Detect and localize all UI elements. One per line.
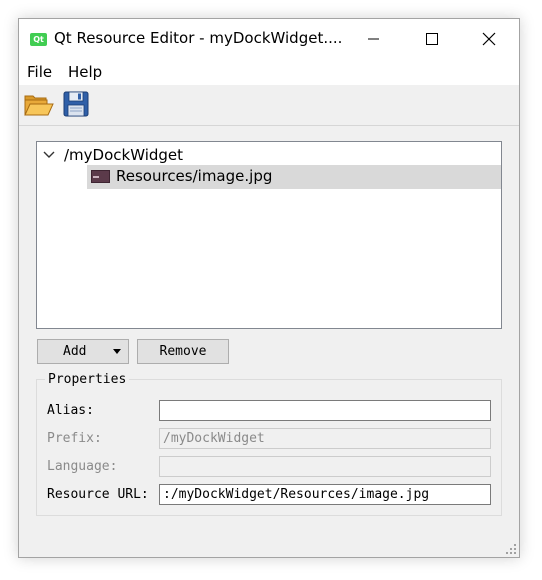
floppy-save-icon (63, 91, 89, 117)
toolbar (19, 85, 519, 126)
resize-grip-icon[interactable] (505, 543, 517, 555)
menu-help[interactable]: Help (68, 63, 102, 81)
chevron-down-icon[interactable] (43, 150, 55, 160)
folder-open-icon (24, 95, 54, 116)
tree-root-label: /myDockWidget (64, 146, 184, 164)
alias-label: Alias: (47, 403, 94, 418)
menu-bar: File Help (19, 59, 519, 85)
language-field (159, 456, 491, 477)
save-button[interactable] (59, 87, 93, 121)
open-button[interactable] (22, 87, 56, 121)
alias-field[interactable] (159, 400, 491, 421)
prefix-label: Prefix: (47, 431, 102, 446)
close-icon (482, 32, 496, 46)
title-bar[interactable]: Qt Qt Resource Editor - myDockWidget.... (19, 19, 519, 59)
maximize-button[interactable] (408, 19, 454, 59)
resource-url-field[interactable]: :/myDockWidget/Resources/image.jpg (159, 484, 491, 505)
prefix-field: /myDockWidget (159, 428, 491, 449)
properties-group-title: Properties (45, 372, 130, 387)
minimize-button[interactable] (350, 19, 396, 59)
resource-tree[interactable]: /myDockWidget Resources/image.jpg (36, 141, 502, 329)
tree-item-selected[interactable]: Resources/image.jpg (87, 165, 501, 189)
add-button[interactable]: Add (37, 339, 129, 364)
remove-button[interactable]: Remove (137, 339, 229, 364)
tree-item-label: Resources/image.jpg (116, 167, 273, 185)
menu-file[interactable]: File (27, 63, 52, 81)
maximize-icon (426, 33, 438, 45)
resource-editor-window: Qt Qt Resource Editor - myDockWidget....… (18, 18, 520, 558)
resource-url-label: Resource URL: (47, 487, 149, 502)
image-file-icon (91, 170, 110, 183)
close-button[interactable] (466, 19, 512, 59)
dropdown-arrow-icon[interactable] (113, 349, 121, 354)
minimize-icon (368, 38, 379, 40)
language-label: Language: (47, 459, 118, 474)
remove-button-label: Remove (159, 344, 207, 359)
window-title: Qt Resource Editor - myDockWidget.... (54, 29, 343, 47)
qt-app-icon: Qt (30, 33, 47, 46)
add-button-label: Add (63, 344, 87, 359)
